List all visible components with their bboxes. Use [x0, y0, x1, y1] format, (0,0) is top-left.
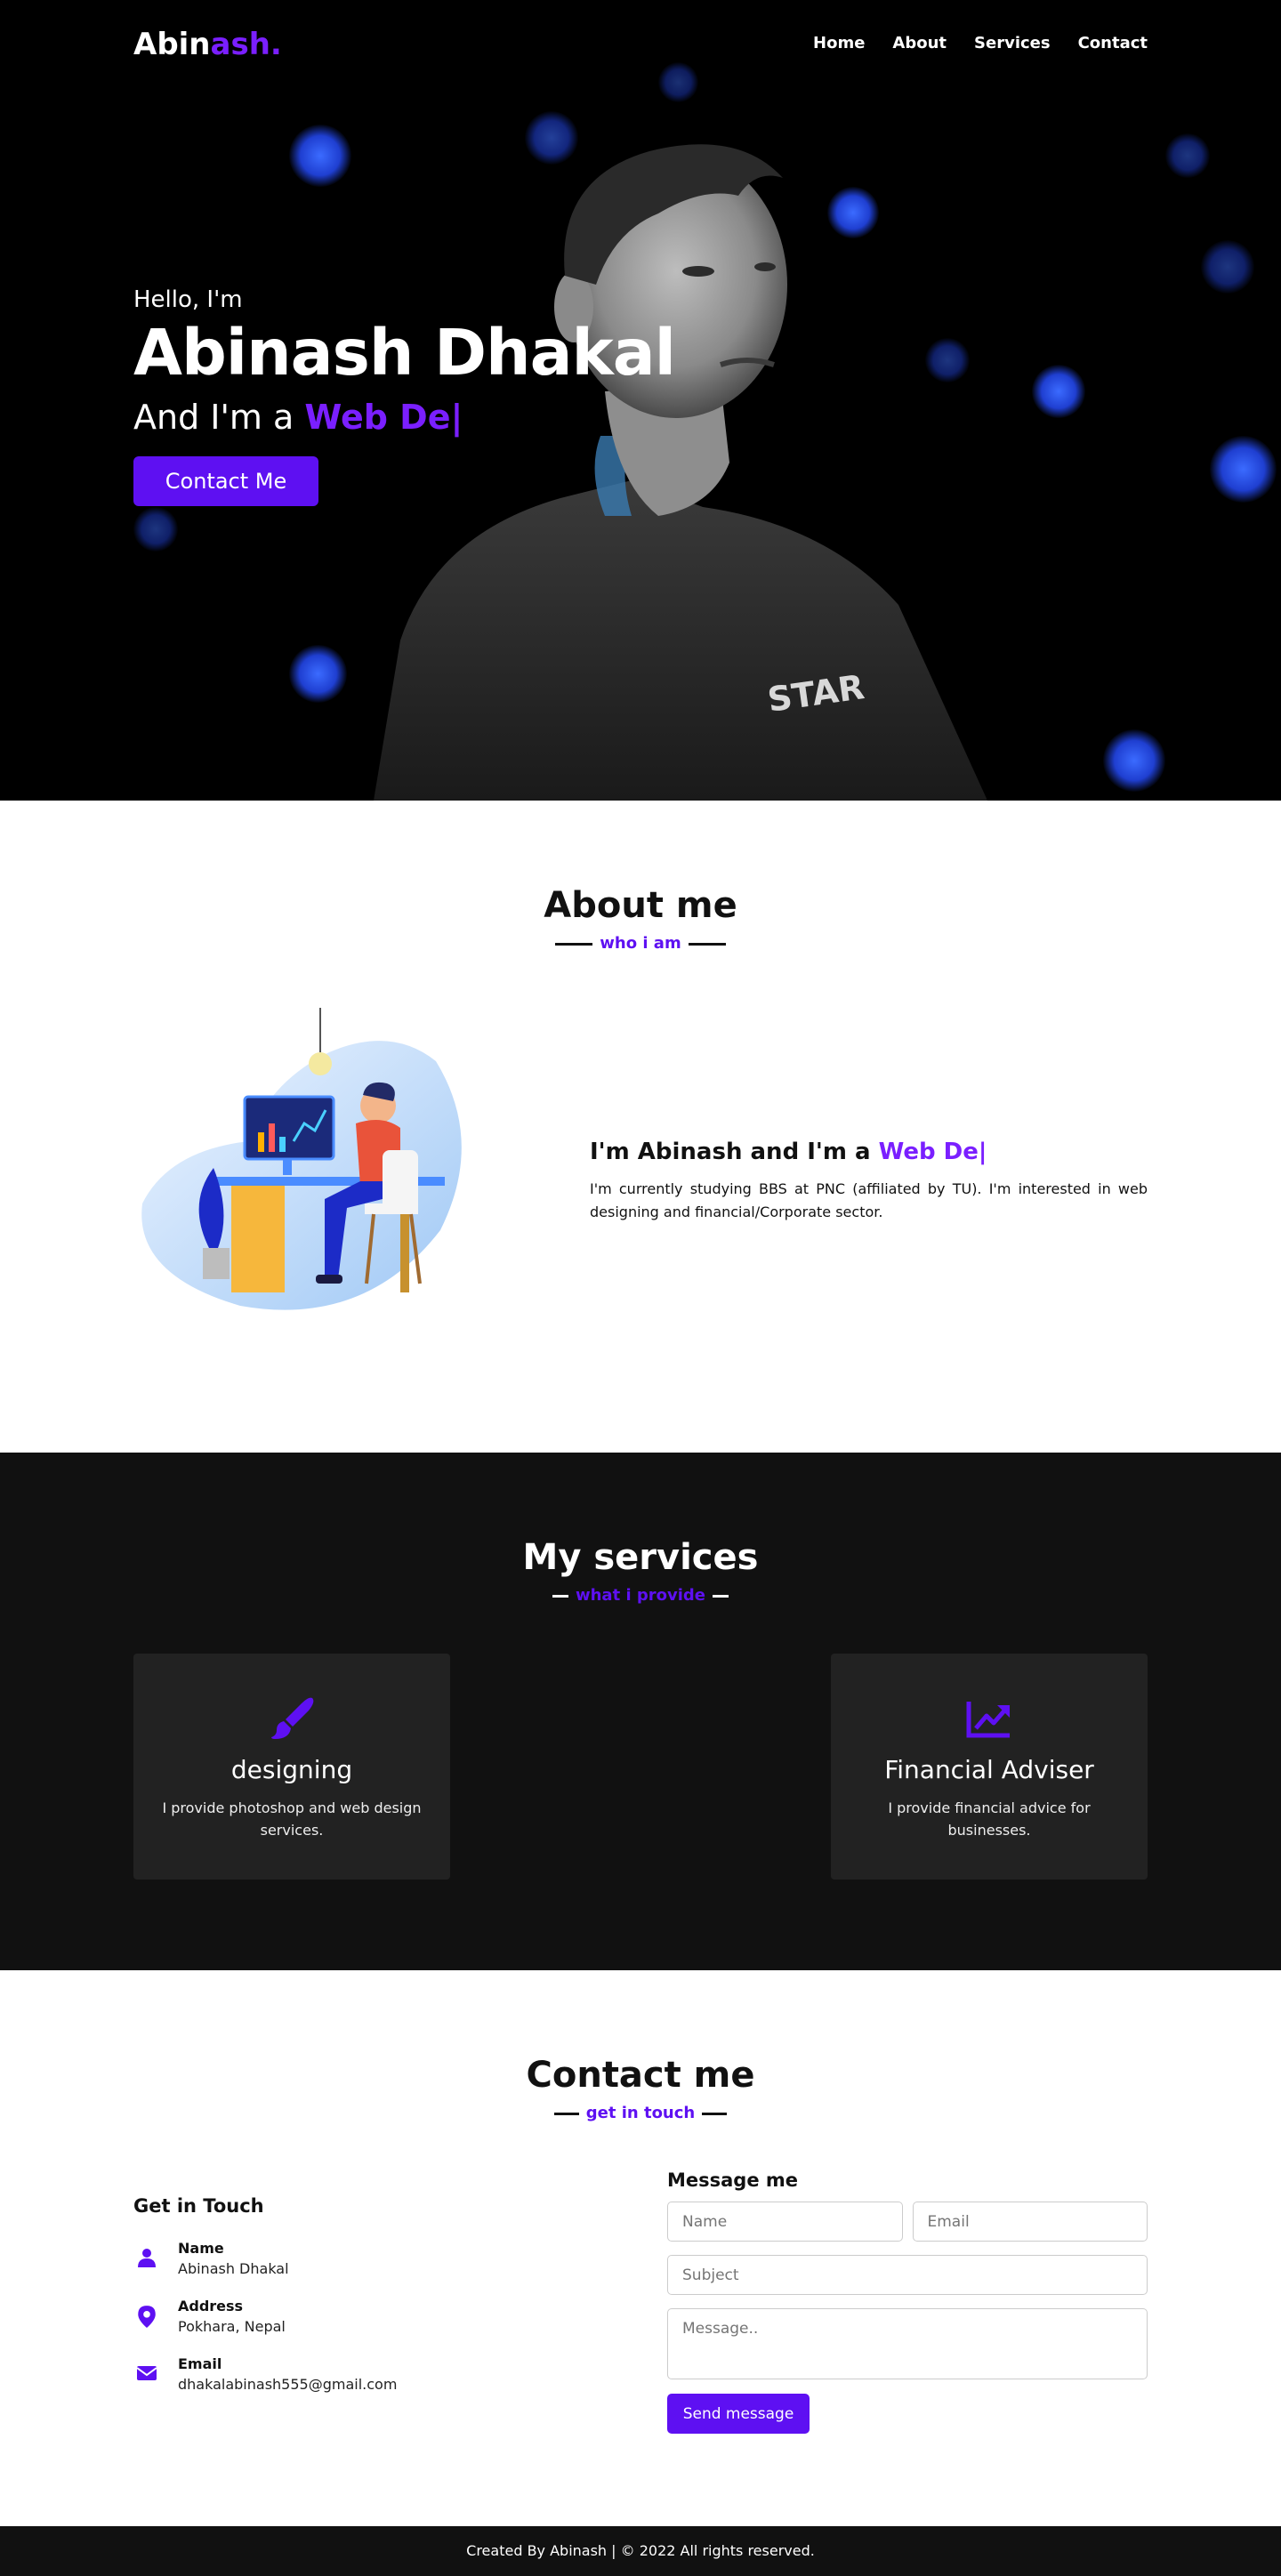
about-heading-prefix: I'm Abinash and I'm a: [590, 1139, 871, 1165]
envelope-icon: [136, 2366, 157, 2380]
bokeh-light: [289, 125, 351, 187]
navbar: Abinash. Home About Services Contact: [0, 0, 1281, 89]
contact-subtitle: get in touch: [0, 2104, 1281, 2122]
services-title: My services: [522, 1537, 759, 1578]
subject-input[interactable]: [667, 2255, 1148, 2295]
service-card-financial-adviser[interactable]: Financial Adviser I provide financial ad…: [831, 1654, 1148, 1880]
contact-info-heading: Get in Touch: [133, 2195, 264, 2217]
info-value: Abinash Dhakal: [178, 2260, 289, 2277]
info-label: Email: [178, 2355, 222, 2372]
contact-section: Contact me get in touch Get in Touch Nam…: [0, 1970, 1281, 2526]
send-message-button[interactable]: Send message: [667, 2394, 810, 2434]
services-section: My services what i provide designing I p…: [0, 1453, 1281, 1970]
hero-greeting: Hello, I'm: [133, 286, 243, 313]
name-input[interactable]: [667, 2202, 903, 2242]
contact-info-name: Name Abinash Dhakal: [133, 2240, 596, 2298]
nav-item-contact[interactable]: Contact: [1078, 34, 1148, 52]
hero-name: Abinash Dhakal: [133, 316, 676, 390]
about-subtitle: who i am: [0, 934, 1281, 953]
bokeh-light: [1201, 240, 1254, 294]
about-heading: I'm Abinash and I'm a Web De|: [590, 1139, 1148, 1165]
nav-item-home[interactable]: Home: [813, 34, 865, 52]
contact-title: Contact me: [526, 2055, 755, 2096]
hero-role: And I'm a Web De|: [133, 398, 675, 437]
nav-item-services[interactable]: Services: [974, 34, 1051, 52]
logo[interactable]: Abinash.: [133, 27, 282, 62]
divider-line: [552, 1594, 568, 1598]
contact-me-button[interactable]: Contact Me: [133, 455, 318, 506]
contact-info: Get in Touch Name Abinash Dhakal Address…: [133, 2195, 596, 2413]
service-description: I provide photoshop and web design servi…: [162, 1799, 422, 1839]
bokeh-light: [289, 645, 347, 703]
contact-form-heading: Message me: [667, 2169, 799, 2191]
contact-info-address: Address Pokhara, Nepal: [133, 2298, 596, 2355]
bokeh-light: [1032, 365, 1085, 418]
contact-subtitle-text: get in touch: [585, 2104, 696, 2122]
map-marker-icon: [138, 2306, 156, 2328]
about-title: About me: [544, 885, 737, 926]
email-input[interactable]: [912, 2202, 1148, 2242]
bokeh-light: [1103, 729, 1165, 792]
service-title: designing: [230, 1755, 353, 1784]
about-subtitle-text: who i am: [600, 934, 681, 953]
nav-item-about[interactable]: About: [892, 34, 947, 52]
bokeh-light: [133, 507, 178, 551]
hero-content: Hello, I'm Abinash Dhakal And I'm a Web …: [133, 286, 676, 506]
about-heading-typed: Web De|: [878, 1139, 987, 1165]
hero-role-typed: Web De|: [304, 397, 463, 437]
hero-section: STAR Abinash. Home About Services Contac…: [0, 0, 1281, 801]
info-value: Pokhara, Nepal: [178, 2318, 286, 2335]
service-description: I provide financial advice for businesse…: [888, 1799, 1091, 1839]
divider-line: [688, 942, 726, 946]
info-label: Name: [178, 2240, 224, 2257]
footer-text: Created By Abinash | © 2022 All rights r…: [466, 2542, 815, 2559]
divider-line: [555, 942, 593, 946]
paintbrush-icon: [271, 1697, 314, 1739]
divider-line: [553, 2112, 579, 2115]
bokeh-light: [1165, 133, 1210, 178]
user-icon: [138, 2249, 156, 2267]
divider-line: [702, 2112, 728, 2115]
message-textarea[interactable]: [667, 2308, 1148, 2379]
about-description: I'm currently studying BBS at PNC (affil…: [590, 1180, 1148, 1220]
services-subtitle: what i provide: [0, 1586, 1281, 1605]
chart-line-icon: [966, 1702, 1010, 1738]
service-title: Financial Adviser: [884, 1755, 1094, 1784]
about-content: I'm Abinash and I'm a Web De| I'm curren…: [590, 1139, 1148, 1224]
footer: Created By Abinash | © 2022 All rights r…: [0, 2526, 1281, 2576]
hero-role-prefix: And I'm a: [133, 397, 294, 437]
service-card-designing[interactable]: designing I provide photoshop and web de…: [133, 1654, 450, 1880]
divider-line: [713, 1594, 729, 1598]
contact-info-email: Email dhakalabinash555@gmail.com: [133, 2355, 596, 2413]
contact-form: Message me Send message: [667, 2169, 1148, 2434]
logo-main-text: Abin: [133, 27, 211, 62]
about-section: About me who i am I'm Abinash and I'm a …: [0, 801, 1281, 1453]
info-label: Address: [178, 2298, 244, 2314]
logo-accent-text: ash.: [210, 27, 282, 62]
nav-menu: Home About Services Contact: [813, 34, 1148, 52]
info-value: dhakalabinash555@gmail.com: [178, 2376, 398, 2393]
services-subtitle-text: what i provide: [575, 1586, 706, 1605]
developer-illustration: [141, 1008, 462, 1310]
bokeh-light: [1210, 436, 1277, 503]
